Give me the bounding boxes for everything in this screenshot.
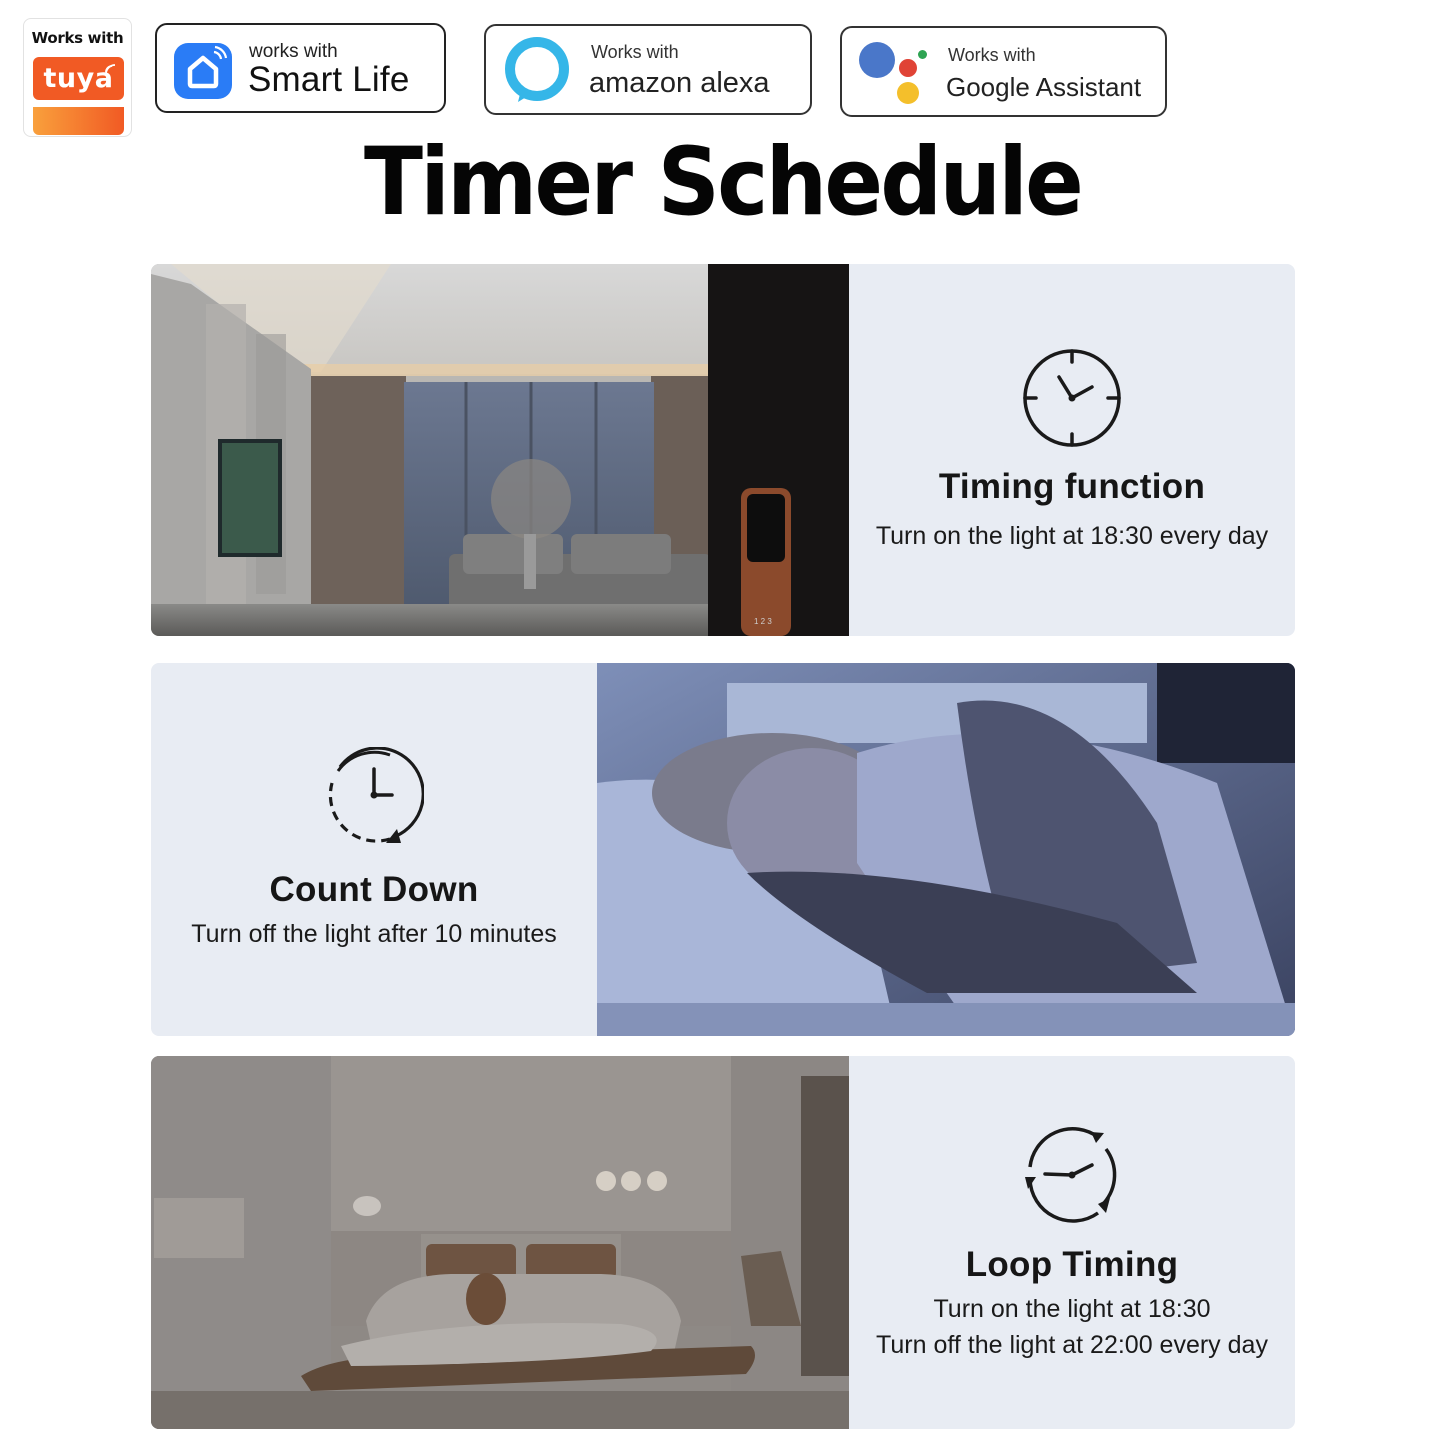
yellow-dot [897,82,919,104]
sleeping-woman-photo [597,663,1295,1036]
google-assistant-badge: Works with Google Assistant [840,26,1167,117]
feature-card-countdown: Count Down Turn off the light after 10 m… [151,663,1295,1036]
blue-dot [859,42,895,78]
feature-title: Timing function [938,467,1206,506]
feature-description-line: Turn off the light after 10 minutes [191,920,557,948]
home-wifi-icon [174,43,232,99]
loop-timing-panel: Loop Timing Turn on the light at 18:30 T… [849,1056,1295,1429]
tuya-logo: tuya [33,57,124,100]
smart-life-brand-label: Smart Life [248,60,410,99]
google-brand-label: Google Assistant [946,72,1142,102]
alexa-brand-label: amazon alexa [589,67,770,99]
living-room-photo: 1 2 3 [151,264,849,636]
tuya-brand-label: tuya [43,63,114,94]
feature-card-loop-timing: Loop Timing Turn on the light at 18:30 T… [151,1056,1295,1429]
svg-text:1 2 3: 1 2 3 [754,617,772,626]
tuya-works-with-label: Works with [31,29,124,47]
feature-title: Count Down [269,870,479,909]
countdown-clock-icon [328,747,424,843]
alexa-works-with-label: Works with [591,42,679,62]
alexa-badge: Works with amazon alexa [484,24,812,115]
loop-clock-icon [1025,1127,1117,1223]
feature-description: Turn on the light at 18:30 Turn off the … [849,1291,1295,1363]
feature-title: Loop Timing [965,1245,1179,1284]
red-dot [899,59,917,77]
feature-description-line: Turn on the light at 18:30 [933,1295,1211,1323]
count-down-panel: Count Down Turn off the light after 10 m… [151,663,597,1036]
feature-description-line: Turn on the light at 18:30 every day [875,522,1269,550]
feature-description: Turn off the light after 10 minutes [151,916,597,952]
feature-description-line: Turn off the light at 22:00 every day [876,1331,1268,1359]
google-works-with-label: Works with [948,45,1036,65]
alexa-ring-icon [505,37,569,102]
bedroom-photo [151,1056,849,1429]
clock-icon [1023,349,1121,447]
feature-card-timing: 1 2 3 Timing function Turn on the light … [151,264,1295,636]
timing-function-panel: Timing function Turn on the light at 18:… [849,264,1295,636]
tuya-badge: Works with tuya [23,18,132,137]
green-dot [918,50,927,59]
feature-description: Turn on the light at 18:30 every day [849,518,1295,554]
page-title: Timer Schedule [363,128,1084,237]
smart-life-badge: works with Smart Life [155,23,446,113]
wifi-icon [105,64,116,75]
